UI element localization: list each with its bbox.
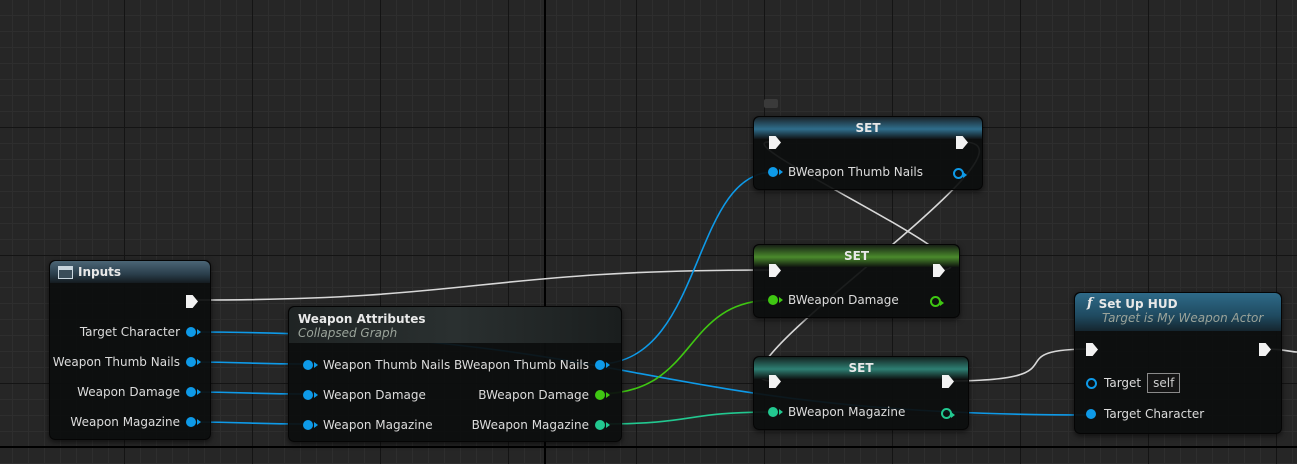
inputs-node[interactable]: Inputs Target Character Weapon Thumb Nai…	[49, 260, 211, 440]
set-value-out-pin[interactable]	[953, 168, 967, 179]
set-node-header[interactable]: SET	[754, 245, 959, 267]
exec-wire-inputs-to-set-damage	[196, 269, 771, 301]
weapon-damage-out-pin[interactable]	[186, 387, 201, 397]
wire-bthumbnails-to-set	[597, 171, 775, 365]
hud-node-subtitle: Target is My Weapon Actor	[1102, 311, 1264, 325]
set-value-row[interactable]: BWeapon Damage	[768, 293, 899, 307]
collapsed-input-row[interactable]: Weapon Magazine	[303, 418, 433, 432]
collapsed-out-label: BWeapon Thumb Nails	[454, 358, 589, 372]
set-node-title: SET	[855, 121, 881, 135]
set-value-in-pin[interactable]	[768, 295, 783, 305]
bweapon-damage-out-pin[interactable]	[595, 390, 610, 400]
set-node-header[interactable]: SET	[754, 117, 982, 139]
hud-target-character-label: Target Character	[1104, 407, 1205, 421]
collapsed-out-label: BWeapon Damage	[478, 388, 589, 402]
bweapon-magazine-out-pin[interactable]	[595, 420, 610, 430]
collapsed-input-row[interactable]: Weapon Thumb Nails	[303, 358, 450, 372]
collapsed-output-row[interactable]: BWeapon Magazine	[471, 418, 610, 432]
wire-bmagazine-to-set	[597, 411, 775, 425]
hud-node-header[interactable]: f Set Up HUD Target is My Weapon Actor	[1075, 293, 1281, 331]
set-value-label: BWeapon Magazine	[788, 405, 906, 419]
hud-exec-out-pin[interactable]	[1259, 343, 1271, 356]
set-up-hud-node[interactable]: f Set Up HUD Target is My Weapon Actor T…	[1074, 292, 1282, 434]
inputs-pin-row[interactable]: Weapon Thumb Nails	[52, 355, 201, 369]
collapsed-out-label: BWeapon Magazine	[471, 418, 589, 432]
inputs-exec-out-pin[interactable]	[186, 295, 198, 308]
set-node-title: SET	[848, 361, 874, 375]
collapsed-in-pin[interactable]	[303, 420, 318, 430]
hud-target-row[interactable]: Target self	[1086, 373, 1181, 393]
collapsed-node-subtitle: Collapsed Graph	[298, 326, 398, 340]
wire-bdamage-to-set	[597, 299, 775, 395]
inputs-pin-label: Target Character	[79, 325, 180, 339]
weapon-magazine-out-pin[interactable]	[186, 417, 201, 427]
set-damage-node[interactable]: SET BWeapon Damage	[753, 244, 960, 318]
collapsed-input-row[interactable]: Weapon Damage	[303, 388, 426, 402]
inputs-pin-label: Weapon Damage	[77, 385, 180, 399]
set-value-label: BWeapon Damage	[788, 293, 899, 307]
inputs-pin-row[interactable]: Weapon Damage	[77, 385, 201, 399]
hud-target-self-field[interactable]: self	[1147, 373, 1181, 393]
target-character-out-pin[interactable]	[186, 327, 201, 337]
hud-exec-in-pin[interactable]	[1086, 343, 1098, 356]
inputs-pin-row[interactable]: Weapon Magazine	[70, 415, 201, 429]
set-value-label: BWeapon Thumb Nails	[788, 165, 923, 179]
inputs-node-header[interactable]: Inputs	[50, 261, 210, 283]
set-value-row[interactable]: BWeapon Thumb Nails	[768, 165, 923, 179]
hud-target-character-pin[interactable]	[1086, 409, 1096, 419]
collapsed-output-row[interactable]: BWeapon Damage	[478, 388, 610, 402]
weapon-thumb-nails-out-pin[interactable]	[186, 357, 201, 367]
inputs-pin-label: Weapon Thumb Nails	[52, 355, 180, 369]
set-value-out-pin[interactable]	[941, 408, 955, 419]
comment-bubble-icon[interactable]	[764, 99, 778, 108]
inputs-node-title: Inputs	[78, 265, 122, 279]
hud-target-label: Target	[1104, 376, 1142, 390]
bweapon-thumb-nails-out-pin[interactable]	[595, 360, 610, 370]
set-thumb-nails-node[interactable]: SET BWeapon Thumb Nails	[753, 116, 983, 190]
function-icon: f	[1087, 296, 1093, 311]
set-value-in-pin[interactable]	[768, 407, 783, 417]
collapsed-node-header[interactable]: Weapon Attributes Collapsed Graph	[289, 307, 621, 343]
set-value-out-pin[interactable]	[930, 296, 944, 307]
collapsed-in-label: Weapon Thumb Nails	[323, 358, 451, 372]
set-value-in-pin[interactable]	[768, 167, 783, 177]
hud-target-character-row[interactable]: Target Character	[1086, 407, 1204, 421]
collapsed-in-pin[interactable]	[303, 360, 318, 370]
inputs-pin-label: Weapon Magazine	[70, 415, 180, 429]
weapon-attributes-collapsed-node[interactable]: Weapon Attributes Collapsed Graph Weapon…	[288, 306, 622, 442]
collapsed-node-title: Weapon Attributes	[298, 312, 426, 326]
hud-node-title: Set Up HUD	[1098, 296, 1178, 311]
collapsed-in-pin[interactable]	[303, 390, 318, 400]
set-magazine-node[interactable]: SET BWeapon Magazine	[753, 356, 969, 430]
set-node-title: SET	[843, 249, 870, 263]
collapsed-in-label: Weapon Magazine	[323, 418, 433, 432]
collapsed-output-row[interactable]: BWeapon Thumb Nails	[454, 358, 610, 372]
graph-axis-horizontal	[0, 446, 1297, 448]
collapsed-in-label: Weapon Damage	[323, 388, 426, 402]
set-value-row[interactable]: BWeapon Magazine	[768, 405, 905, 419]
panel-icon	[58, 265, 73, 279]
inputs-pin-row[interactable]: Target Character	[79, 325, 201, 339]
hud-target-pin[interactable]	[1086, 377, 1097, 389]
set-node-header[interactable]: SET	[754, 357, 968, 379]
